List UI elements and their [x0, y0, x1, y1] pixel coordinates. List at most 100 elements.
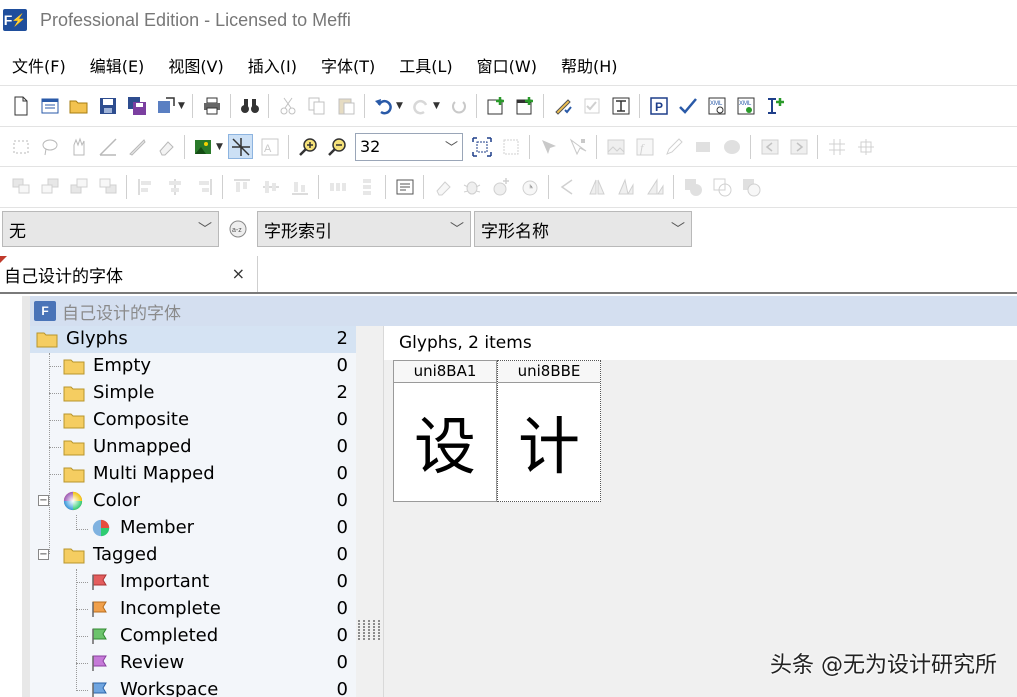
menu-file[interactable]: 文件(F)	[0, 53, 78, 77]
glyph-cell[interactable]: uni8BBE 计	[497, 360, 601, 502]
document-tab[interactable]: 自己设计的字体 ×	[0, 256, 258, 292]
new-from-template-icon[interactable]	[37, 93, 62, 118]
next-glyph-icon[interactable]	[786, 134, 811, 159]
xml-export-icon[interactable]: XML	[733, 93, 758, 118]
align-bottom-right-icon[interactable]	[95, 174, 120, 199]
metrics-icon[interactable]	[608, 93, 633, 118]
pen-icon[interactable]	[661, 134, 686, 159]
glyph-preview-icon[interactable]: A	[257, 134, 282, 159]
mirror-icon[interactable]	[584, 174, 609, 199]
close-tab-icon[interactable]: ×	[232, 264, 245, 283]
menu-window[interactable]: 窗口(W)	[465, 53, 549, 77]
timer-icon[interactable]	[517, 174, 542, 199]
image-tool-icon[interactable]	[603, 134, 628, 159]
save-icon[interactable]	[95, 93, 120, 118]
tree-item-empty[interactable]: Empty 0	[30, 353, 356, 380]
tree-item-simple[interactable]: Simple 2	[30, 380, 356, 407]
repeat-icon[interactable]	[445, 93, 470, 118]
open-folder-icon[interactable]	[66, 93, 91, 118]
align-center-icon[interactable]	[162, 174, 187, 199]
splitter-grip-icon[interactable]	[356, 610, 384, 650]
clear-icon[interactable]	[430, 174, 455, 199]
validate-icon[interactable]	[550, 93, 575, 118]
fit-to-window-icon[interactable]	[469, 134, 494, 159]
tree-item-glyphs[interactable]: Glyphs 2	[30, 326, 356, 353]
tree-item-review[interactable]: Review 0	[30, 650, 356, 677]
filter-select[interactable]: 无 ﹀	[2, 211, 219, 247]
tree-item-tagged[interactable]: − Tagged 0	[30, 542, 356, 569]
panel-splitter[interactable]	[356, 326, 384, 697]
rectangle-icon[interactable]	[690, 134, 715, 159]
tree-item-color[interactable]: − Color 0	[30, 488, 356, 515]
zoom-level-select[interactable]: 32 ﹀	[355, 132, 463, 161]
measure-icon[interactable]	[95, 134, 120, 159]
tree-item-completed[interactable]: Completed 0	[30, 623, 356, 650]
glyph-name-select[interactable]: 字形名称 ﹀	[474, 211, 692, 247]
tree-item-composite[interactable]: Composite 0	[30, 407, 356, 434]
tree-item-multi-mapped[interactable]: Multi Mapped 0	[30, 461, 356, 488]
rect-select-icon[interactable]	[8, 134, 33, 159]
fit-selection-icon[interactable]	[498, 134, 523, 159]
check-icon[interactable]	[675, 93, 700, 118]
tree-item-important[interactable]: Important 0	[30, 569, 356, 596]
hand-icon[interactable]	[66, 134, 91, 159]
lasso-icon[interactable]	[37, 134, 62, 159]
find-binoculars-icon[interactable]	[237, 93, 262, 118]
subtract-icon[interactable]	[738, 174, 763, 199]
tree-item-unmapped[interactable]: Unmapped 0	[30, 434, 356, 461]
slant-icon[interactable]	[642, 174, 667, 199]
tree-item-member[interactable]: Member 0	[30, 515, 356, 542]
properties-icon[interactable]: P	[646, 93, 671, 118]
paste-icon[interactable]	[333, 93, 358, 118]
flip-left-icon[interactable]	[555, 174, 580, 199]
export-icon[interactable]	[153, 93, 178, 118]
background-dropdown-icon[interactable]: ▼	[216, 142, 226, 152]
save-all-icon[interactable]	[124, 93, 149, 118]
collapse-icon[interactable]: −	[38, 549, 49, 560]
undo-icon[interactable]	[371, 93, 396, 118]
background-image-icon[interactable]	[191, 134, 216, 159]
insert-glyphs-icon[interactable]	[512, 93, 537, 118]
collapse-icon[interactable]: −	[38, 495, 49, 506]
redo-icon[interactable]	[408, 93, 433, 118]
insert-glyph-icon[interactable]	[483, 93, 508, 118]
copy-icon[interactable]	[304, 93, 329, 118]
menu-insert[interactable]: 插入(I)	[236, 53, 309, 77]
menu-edit[interactable]: 编辑(E)	[78, 53, 157, 77]
export-dropdown-icon[interactable]: ▼	[178, 101, 188, 111]
menu-help[interactable]: 帮助(H)	[549, 53, 630, 77]
bug-icon[interactable]	[459, 174, 484, 199]
zoom-out-icon[interactable]	[324, 134, 349, 159]
distribute-horizontal-icon[interactable]	[325, 174, 350, 199]
glyph-index-select[interactable]: 字形索引 ﹀	[257, 211, 471, 247]
previous-glyph-icon[interactable]	[757, 134, 782, 159]
align-bottom-left-icon[interactable]	[66, 174, 91, 199]
align-right-icon[interactable]	[191, 174, 216, 199]
menu-font[interactable]: 字体(T)	[309, 53, 387, 77]
ellipse-icon[interactable]	[719, 134, 744, 159]
menu-view[interactable]: 视图(V)	[156, 53, 235, 77]
guides-icon[interactable]	[853, 134, 878, 159]
skew-icon[interactable]	[613, 174, 638, 199]
function-icon[interactable]: f	[632, 134, 657, 159]
checkbox-icon[interactable]	[579, 93, 604, 118]
eraser-icon[interactable]	[153, 134, 178, 159]
align-bottom-icon[interactable]	[287, 174, 312, 199]
align-middle-icon[interactable]	[258, 174, 283, 199]
align-top-right-icon[interactable]	[37, 174, 62, 199]
distribute-vertical-icon[interactable]	[354, 174, 379, 199]
align-left-icon[interactable]	[133, 174, 158, 199]
zoom-in-icon[interactable]	[295, 134, 320, 159]
sort-az-icon[interactable]: a-z	[225, 216, 251, 242]
menu-tools[interactable]: 工具(L)	[387, 53, 464, 77]
pointer-icon[interactable]	[536, 134, 561, 159]
intersect-icon[interactable]	[709, 174, 734, 199]
align-top-icon[interactable]	[229, 174, 254, 199]
add-point-icon[interactable]	[488, 174, 513, 199]
union-icon[interactable]	[680, 174, 705, 199]
text-insert-icon[interactable]	[762, 93, 787, 118]
grid-icon[interactable]	[824, 134, 849, 159]
align-top-left-icon[interactable]	[8, 174, 33, 199]
print-icon[interactable]	[199, 93, 224, 118]
tree-item-workspace[interactable]: Workspace 0	[30, 677, 356, 697]
